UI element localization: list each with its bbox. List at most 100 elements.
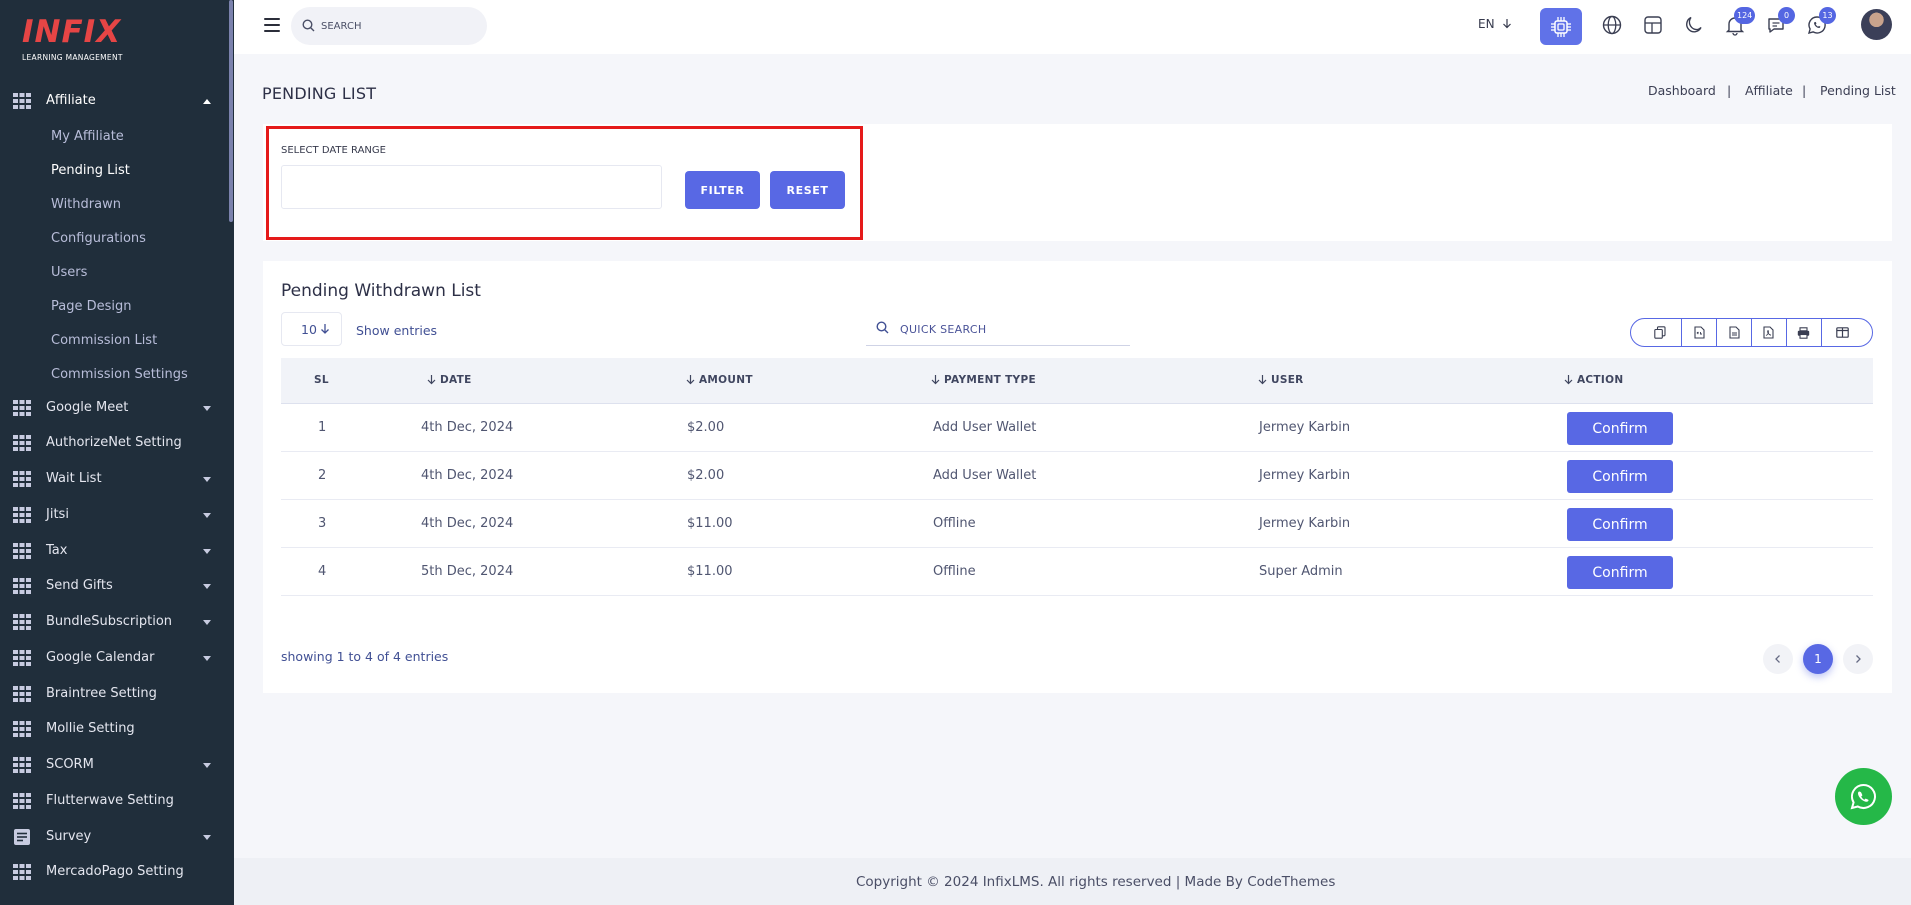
sidebar-subitem[interactable]: Withdrawn xyxy=(51,197,121,212)
date-range-label: SELECT DATE RANGE xyxy=(281,145,386,156)
chevron-down-icon xyxy=(203,549,211,554)
sidebar-group[interactable]: Google Calendar xyxy=(0,640,234,676)
next-page-button[interactable] xyxy=(1843,644,1873,674)
sidebar-group-label: Survey xyxy=(46,829,92,844)
column-label: ACTION xyxy=(1577,374,1624,386)
column-header-sl[interactable]: SL xyxy=(314,374,329,386)
chevron-up-icon xyxy=(203,99,211,104)
ai-chip-button[interactable] xyxy=(1540,8,1582,45)
column-header-user[interactable]: USER xyxy=(1258,374,1304,386)
table-row: 2 4th Dec, 2024 $2.00 Add User Wallet Je… xyxy=(281,452,1873,500)
sidebar-subitem[interactable]: Commission List xyxy=(51,333,157,348)
sidebar-subitem[interactable]: Users xyxy=(51,265,87,280)
survey-icon xyxy=(14,829,30,845)
date-range-input[interactable] xyxy=(281,165,662,209)
page-size-select[interactable]: 10 xyxy=(281,312,342,346)
column-header-date[interactable]: DATE xyxy=(427,374,472,386)
grid-icon xyxy=(13,543,31,559)
sidebar-group[interactable]: Braintree Setting xyxy=(0,676,234,712)
arrow-down-icon xyxy=(1503,19,1512,29)
sidebar-group-affiliate[interactable]: Affiliate xyxy=(0,83,234,119)
column-label: AMOUNT xyxy=(699,374,753,386)
sidebar-group[interactable]: Mollie Setting xyxy=(0,711,234,747)
breadcrumb-dashboard[interactable]: Dashboard xyxy=(1648,83,1716,98)
layout-icon[interactable] xyxy=(1642,14,1664,36)
sidebar-group-label: BundleSubscription xyxy=(46,614,173,629)
column-header-amount[interactable]: AMOUNT xyxy=(686,374,753,386)
breadcrumb-separator: | xyxy=(1802,83,1807,98)
moon-icon[interactable] xyxy=(1683,14,1705,36)
sidebar-subitem[interactable]: My Affiliate xyxy=(51,129,124,144)
quick-search[interactable] xyxy=(866,311,1130,346)
sidebar-scrollbar[interactable] xyxy=(229,0,233,222)
copy-button[interactable] xyxy=(1631,319,1683,346)
confirm-button[interactable]: Confirm xyxy=(1567,556,1673,589)
sidebar-group[interactable]: Survey xyxy=(0,819,234,855)
cell-sl: 3 xyxy=(318,516,327,531)
globe-icon[interactable] xyxy=(1601,14,1623,36)
grid-icon xyxy=(13,757,31,773)
table-row: 3 4th Dec, 2024 $11.00 Offline Jermey Ka… xyxy=(281,500,1873,548)
pdf-button[interactable] xyxy=(1752,319,1787,346)
sidebar-group[interactable]: Send Gifts xyxy=(0,568,234,604)
sidebar-subitem[interactable]: Page Design xyxy=(51,299,132,314)
search-input[interactable] xyxy=(321,16,471,36)
print-button[interactable] xyxy=(1787,319,1822,346)
user-avatar[interactable] xyxy=(1861,9,1892,40)
sidebar-group[interactable]: AuthorizeNet Setting xyxy=(0,425,234,461)
menu-toggle-icon[interactable] xyxy=(264,18,280,32)
column-header-action[interactable]: ACTION xyxy=(1564,374,1623,386)
sidebar-group[interactable]: Tax xyxy=(0,533,234,569)
breadcrumb-affiliate[interactable]: Affiliate xyxy=(1745,83,1793,98)
infix-logo[interactable]: INFIX LEARNING MANAGEMENT xyxy=(22,14,142,66)
sort-arrow-icon xyxy=(931,375,940,385)
column-header-payment-type[interactable]: PAYMENT TYPE xyxy=(931,374,1036,386)
page-button-current[interactable]: 1 xyxy=(1803,644,1833,674)
grid-icon xyxy=(13,435,31,451)
pdf-icon xyxy=(1763,326,1774,339)
reset-button[interactable]: RESET xyxy=(770,171,845,209)
excel-button[interactable] xyxy=(1717,319,1752,346)
sidebar-group[interactable]: BundleSubscription xyxy=(0,604,234,640)
previous-page-button[interactable] xyxy=(1763,644,1793,674)
sidebar-group-label: Wait List xyxy=(46,471,102,486)
whatsapp-chat-button[interactable] xyxy=(1835,768,1892,825)
cell-date: 4th Dec, 2024 xyxy=(421,468,514,483)
cell-payment-type: Add User Wallet xyxy=(933,468,1037,483)
sidebar-subitem[interactable]: Configurations xyxy=(51,231,146,246)
language-selector[interactable]: EN xyxy=(1478,17,1512,31)
quick-search-input[interactable] xyxy=(900,319,1120,339)
confirm-button[interactable]: Confirm xyxy=(1567,412,1673,445)
confirm-button[interactable]: Confirm xyxy=(1567,508,1673,541)
confirm-button[interactable]: Confirm xyxy=(1567,460,1673,493)
filter-button[interactable]: FILTER xyxy=(685,171,760,209)
column-label: PAYMENT TYPE xyxy=(944,374,1036,386)
grid-icon xyxy=(13,614,31,630)
sidebar-group[interactable]: Google Meet xyxy=(0,390,234,426)
sidebar-group[interactable]: SCORM xyxy=(0,747,234,783)
breadcrumb-current: Pending List xyxy=(1820,83,1896,98)
sidebar-group-label: AuthorizeNet Setting xyxy=(46,435,182,450)
chevron-down-icon xyxy=(203,620,211,625)
grid-icon xyxy=(13,793,31,809)
sidebar-group[interactable]: Flutterwave Setting xyxy=(0,783,234,819)
sidebar-group[interactable]: MercadoPago Setting xyxy=(0,854,234,890)
showing-entries-text: showing 1 to 4 of 4 entries xyxy=(281,649,449,664)
grid-icon xyxy=(13,721,31,737)
csv-button[interactable] xyxy=(1682,319,1718,346)
table-row: 4 5th Dec, 2024 $11.00 Offline Super Adm… xyxy=(281,548,1873,596)
global-search[interactable] xyxy=(291,7,487,45)
arrow-down-icon xyxy=(321,324,329,334)
notifications-badge: 124 xyxy=(1734,7,1756,24)
sidebar-group[interactable]: Wait List xyxy=(0,461,234,497)
sort-arrow-icon xyxy=(1564,375,1573,385)
cell-payment-type: Add User Wallet xyxy=(933,420,1037,435)
sidebar-group-label: Google Meet xyxy=(46,400,129,415)
messages-badge: 0 xyxy=(1778,7,1795,24)
sidebar-subitem[interactable]: Pending List xyxy=(51,163,130,178)
show-entries-label: Show entries xyxy=(356,323,438,338)
breadcrumb-separator: | xyxy=(1727,83,1732,98)
sidebar-group[interactable]: Jitsi xyxy=(0,497,234,533)
columns-button[interactable] xyxy=(1822,319,1872,346)
sidebar-subitem[interactable]: Commission Settings xyxy=(51,367,188,382)
